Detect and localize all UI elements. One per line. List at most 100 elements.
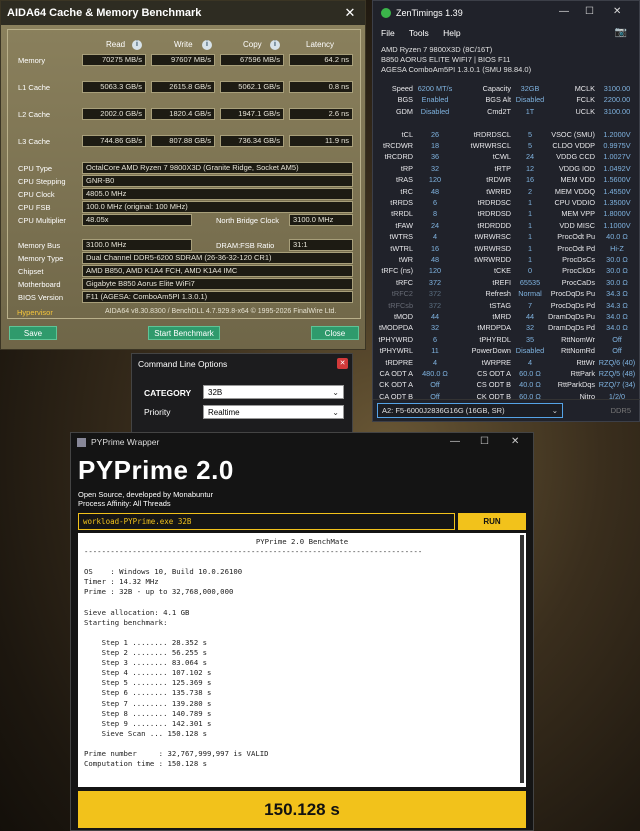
console-output: PYPrime 2.0 BenchMate -------------------… xyxy=(78,533,526,787)
timing-value: 1.0492V xyxy=(603,163,631,173)
maximize-icon[interactable]: ☐ xyxy=(480,436,489,447)
timing-value: 12 xyxy=(525,163,535,173)
timing-label: tMRD xyxy=(492,312,511,321)
timing-value: 1 xyxy=(527,220,533,230)
console-text: ----------------------------------------… xyxy=(84,547,423,769)
info-icon[interactable]: i xyxy=(132,40,142,50)
timing-value: 8 xyxy=(432,209,438,219)
l1-latency: 0.8 ns xyxy=(289,81,353,93)
memory-write: 97607 MB/s xyxy=(151,54,215,66)
timing-label: Speed xyxy=(391,84,413,93)
board-info: B850 AORUS ELITE WIFI7 | BIOS F11 xyxy=(381,55,511,64)
dram-ratio-label: DRAM:FSB Ratio xyxy=(216,241,275,250)
close-icon[interactable]: ✕ xyxy=(511,436,519,447)
timing-value: 48 xyxy=(430,255,440,264)
memory-latency: 64.2 ns xyxy=(289,54,353,66)
pyprime-titlebar: PYPrime Wrapper xyxy=(71,433,533,451)
timing-row: tRCDWR 18 tWRWRSCL 5 CLDO VDDP 0.9975V xyxy=(373,140,640,151)
timing-label: tRTP xyxy=(494,163,512,173)
dimm-select[interactable]: A2: F5-6000J2836G16G (16GB, SR) ⌄ xyxy=(377,403,563,418)
timing-value: 6200 MT/s xyxy=(417,84,453,93)
timing-label: BGS Alt xyxy=(485,95,511,105)
start-benchmark-button[interactable]: Start Benchmark xyxy=(148,326,220,340)
timing-value: 5 xyxy=(527,129,533,139)
timing-value: 1 xyxy=(527,255,533,264)
save-button[interactable]: Save xyxy=(9,326,57,340)
category-value: 32B xyxy=(208,388,223,397)
command-input[interactable]: workload-PYPrime.exe 32B xyxy=(78,513,455,530)
timing-label: tCWL xyxy=(492,152,511,162)
chevron-down-icon: ⌄ xyxy=(332,408,339,417)
timing-value: 1 xyxy=(527,209,533,219)
timing-label: BGS xyxy=(397,95,413,105)
cpu-fsb-label: CPU FSB xyxy=(18,203,51,212)
timing-label: ProcOdt Pd xyxy=(557,243,595,253)
timing-label: tWRWRSD xyxy=(474,243,511,253)
close-icon[interactable]: ✕ xyxy=(335,5,365,21)
cpu-mult-value: 48.05x xyxy=(82,214,192,226)
cpu-clock-value: 4805.0 MHz xyxy=(82,188,353,200)
info-icon[interactable]: i xyxy=(270,40,280,50)
memory-copy: 67596 MB/s xyxy=(220,54,284,66)
timing-label: tRDRDSC xyxy=(477,198,511,207)
timing-label: tCL xyxy=(401,129,413,139)
timing-label: Refresh xyxy=(485,289,511,299)
timing-label: tMODPDA xyxy=(378,323,413,333)
bios-label: BIOS Version xyxy=(18,293,64,302)
minimize-icon[interactable]: — xyxy=(559,6,569,17)
l3-write: 807.88 GB/s xyxy=(151,135,215,147)
timing-value: Enabled xyxy=(421,95,449,105)
timing-value: 6 xyxy=(432,198,438,207)
mem-type-value: Dual Channel DDR5-6200 SDRAM (26-36-32-1… xyxy=(82,252,353,264)
aida64-titlebar: AIDA64 Cache & Memory Benchmark ✕ xyxy=(1,1,365,25)
timing-row: GDM Disabled Cmd2T 1T UCLK 3100.00 xyxy=(373,106,640,117)
timing-label: CS ODT B xyxy=(476,380,511,390)
timing-label: VDD MISC xyxy=(559,220,595,230)
priority-select[interactable]: Realtime ⌄ xyxy=(203,405,344,419)
menu-help[interactable]: Help xyxy=(443,28,460,38)
close-button[interactable]: Close xyxy=(311,326,359,340)
dimm-bar: A2: F5-6000J2836G16G (16GB, SR) ⌄ DDR5 xyxy=(373,399,640,421)
info-icon[interactable]: i xyxy=(202,40,212,50)
timing-value: 1.5600V xyxy=(603,175,631,185)
menu-tools[interactable]: Tools xyxy=(409,28,429,38)
timing-value: 35 xyxy=(525,334,535,344)
timing-value: 6 xyxy=(432,334,438,344)
l2-read: 2002.0 GB/s xyxy=(82,108,146,120)
minimize-icon[interactable]: — xyxy=(450,436,460,447)
timing-value: 16 xyxy=(525,175,535,185)
zentimings-window: ZenTimings 1.39 — ☐ ✕ File Tools Help 📷 … xyxy=(372,0,640,422)
timing-row: tRDPRE 4 tWRPRE 4 RttWr RZQ/6 (40) xyxy=(373,357,640,368)
chevron-down-icon: ⌄ xyxy=(332,388,339,397)
run-button[interactable]: RUN xyxy=(458,513,526,530)
result-time: 150.128 s xyxy=(78,791,526,828)
timing-value: 0.9975V xyxy=(603,141,631,150)
affinity-line: Process Affinity: All Threads xyxy=(78,499,171,508)
timing-value: 34.0 Ω xyxy=(606,312,628,321)
close-icon[interactable]: ✕ xyxy=(613,6,621,17)
category-select[interactable]: 32B ⌄ xyxy=(203,385,344,399)
timing-value: 30.0 Ω xyxy=(606,266,628,276)
timing-value: 120 xyxy=(428,175,442,185)
timing-value: 30.0 Ω xyxy=(606,277,628,287)
timing-value: 1.4550V xyxy=(603,186,631,196)
cpu-stepping-value: GNR-B0 xyxy=(82,175,353,187)
l3-read: 744.86 GB/s xyxy=(82,135,146,147)
timing-value: 4 xyxy=(432,357,438,367)
timing-value: Normal xyxy=(518,289,542,299)
timing-label: tFAW xyxy=(395,220,413,230)
close-icon[interactable]: ✕ xyxy=(337,358,348,369)
screenshot-icon[interactable]: 📷 xyxy=(615,27,627,38)
timing-label: CPU VDDIO xyxy=(554,198,595,207)
menu-file[interactable]: File xyxy=(381,28,395,38)
timing-label: RttPark xyxy=(570,369,595,378)
l3-copy: 736.34 GB/s xyxy=(220,135,284,147)
timing-row: tRCDRD 36 tCWL 24 VDDG CCD 1.0027V xyxy=(373,151,640,162)
scrollbar[interactable] xyxy=(520,535,524,783)
timing-row: tRFC2 372 Refresh Normal ProcDqDs Pu 34.3 Ω xyxy=(373,288,640,299)
timing-value: 32 xyxy=(430,323,440,333)
maximize-icon[interactable]: ☐ xyxy=(585,6,594,17)
timing-value: 1.1000V xyxy=(603,220,631,230)
timing-label: tRFC2 xyxy=(391,289,413,299)
timing-value: Disabled xyxy=(420,106,450,116)
